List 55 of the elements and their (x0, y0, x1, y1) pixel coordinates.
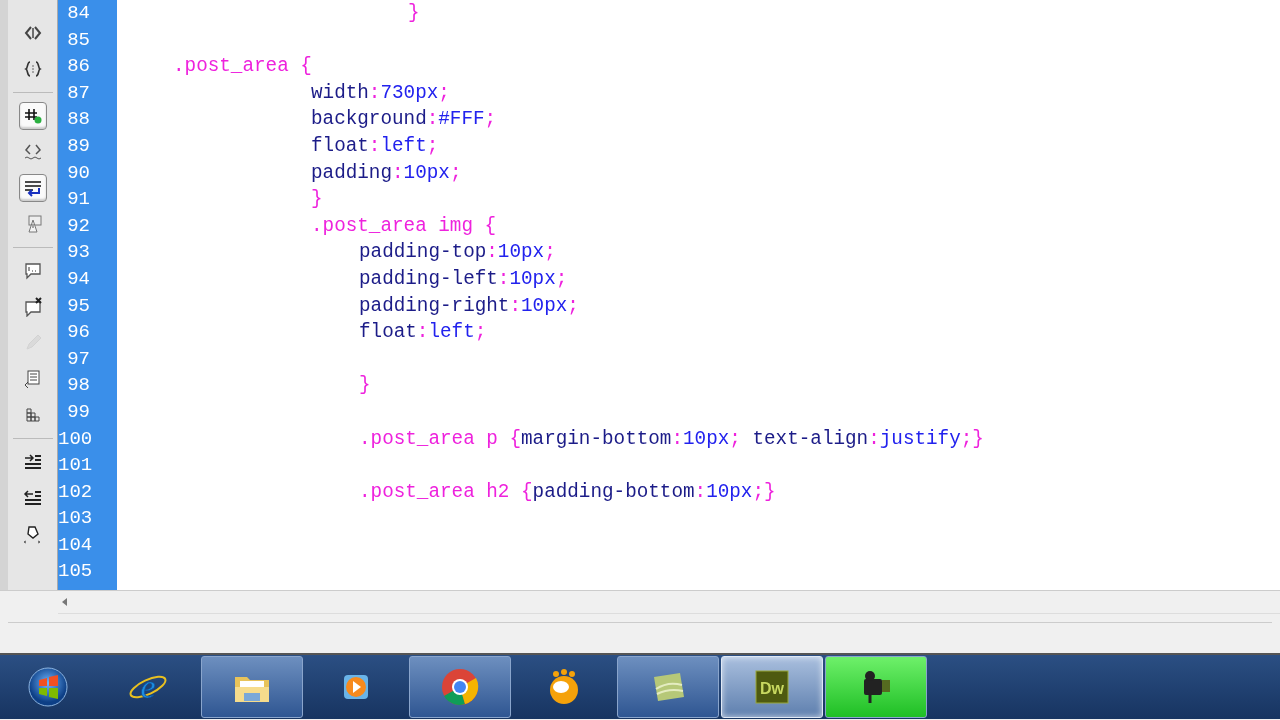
line-number: 88 (67, 107, 91, 133)
code-line: padding:10px; (311, 161, 462, 184)
line-number: 94 (67, 266, 91, 292)
line-number: 102 (58, 479, 94, 505)
document-icon (22, 369, 43, 389)
line-number: 85 (67, 27, 91, 53)
code-line: padding-left:10px; (359, 267, 568, 290)
line-number: 91 (67, 187, 91, 213)
line-number: 105 (58, 559, 94, 585)
code-line: .post_area p {margin-bottom:10px; text-align:justify;} (359, 427, 984, 450)
dw-app-icon: Dw (752, 667, 792, 707)
scroll-left-icon[interactable] (60, 597, 70, 607)
line-number: 90 (67, 160, 91, 186)
line-number: 87 (67, 80, 91, 106)
start-button-icon (27, 667, 68, 707)
code-line: } (311, 188, 323, 211)
line-number: 89 (67, 133, 91, 159)
outdent-icon (22, 488, 43, 508)
code-line: float:left; (359, 321, 487, 344)
hash-icon (22, 106, 43, 126)
line-number: 96 (67, 320, 91, 346)
line-number: 101 (58, 453, 94, 479)
code-line: } (408, 2, 420, 24)
code-line: width:730px; (311, 81, 450, 104)
taskbar-button[interactable]: Dw (721, 656, 823, 718)
line-number: 93 (67, 240, 91, 266)
code-line: padding-right:10px; (359, 294, 579, 317)
remove-comment-icon (22, 297, 43, 317)
indent-icon (22, 452, 43, 472)
line-number: 104 (58, 532, 94, 558)
line-number: 92 (67, 213, 91, 239)
code-line: padding-top:10px; (359, 241, 556, 264)
code-line: } (359, 374, 371, 397)
code-line: .post_area img { (311, 214, 497, 237)
line-number: 97 (67, 346, 91, 372)
comment-icon (22, 261, 43, 281)
line-number: 100 (58, 426, 94, 452)
chrome-icon (440, 667, 480, 707)
taskbar-button[interactable] (825, 656, 927, 718)
hash-button[interactable] (18, 102, 47, 130)
braces-icon (22, 59, 43, 79)
line-number: 103 (58, 506, 94, 532)
code-line: .post_area { (173, 55, 312, 78)
code-wave-icon (22, 142, 43, 162)
word-wrap-button[interactable] (18, 174, 47, 202)
line-number: 98 (67, 373, 91, 399)
line-number: 95 (67, 293, 91, 319)
code-line: background:#FFF; (311, 108, 497, 131)
line-number: 86 (67, 54, 91, 80)
code-line: .post_area h2 {padding-bottom:10px;} (359, 480, 776, 503)
code-line: float:left; (311, 134, 439, 157)
line-number: 84 (67, 1, 91, 26)
word-wrap-icon (22, 178, 43, 198)
line-number: 99 (67, 399, 91, 425)
taskbar-button[interactable] (201, 656, 303, 718)
